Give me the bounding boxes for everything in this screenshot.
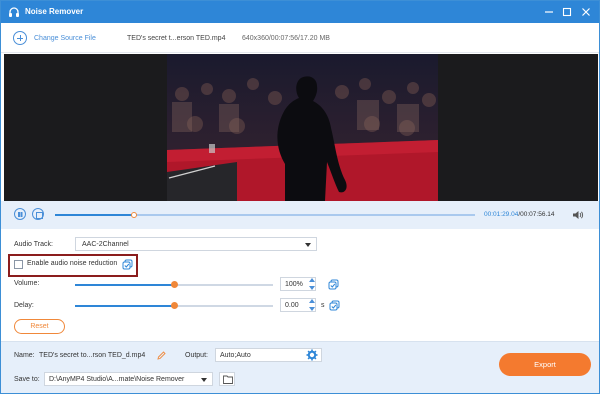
window-title: Noise Remover [25, 7, 84, 16]
minimize-button[interactable] [541, 4, 557, 20]
delay-value: 0.00 [285, 302, 299, 309]
video-frame-image [167, 54, 438, 201]
title-bar: Noise Remover [1, 1, 599, 23]
reset-button[interactable]: Reset [14, 319, 65, 334]
gear-icon[interactable] [306, 349, 318, 361]
playback-progress-fill [55, 214, 134, 216]
plus-circle-icon [13, 31, 27, 45]
maximize-icon [562, 7, 572, 17]
stepper-up-icon[interactable] [309, 299, 315, 303]
output-bar: Name: TED's secret to...rson TED_d.mp4 O… [1, 341, 599, 393]
volume-slider-handle[interactable] [171, 281, 178, 288]
delay-unit: s [321, 302, 325, 309]
speaker-icon[interactable] [572, 209, 584, 221]
output-label: Output: [185, 352, 208, 359]
current-time: 00:01:29.04 [484, 211, 519, 218]
video-preview-area [4, 54, 598, 201]
volume-label: Volume: [14, 280, 40, 287]
noise-remover-window: Noise Remover Change Source File TED's s… [0, 0, 600, 394]
close-icon [582, 8, 590, 16]
audio-settings-panel: Audio Track: AAC-2Channel Enable audio n… [1, 229, 599, 341]
open-folder-button[interactable] [219, 372, 235, 386]
delay-label: Delay: [14, 302, 34, 309]
chevron-down-icon [305, 243, 311, 247]
save-to-label: Save to: [14, 376, 40, 383]
noise-reduction-checkbox[interactable] [14, 260, 23, 269]
headphones-icon [9, 7, 19, 17]
playback-progress-track[interactable] [55, 212, 475, 218]
playback-progress-handle[interactable] [130, 212, 137, 218]
change-source-file-label: Change Source File [34, 34, 96, 42]
toolbar: Change Source File TED's secret t...erso… [1, 23, 599, 53]
close-button[interactable] [578, 4, 594, 20]
audio-track-select[interactable]: AAC-2Channel [75, 237, 317, 251]
change-source-file-button[interactable]: Change Source File [13, 29, 96, 47]
video-frame [167, 54, 438, 201]
playback-time: 00:01:29.04/00:07:56.14 [484, 211, 555, 218]
apply-to-all-icon[interactable] [122, 259, 133, 270]
total-time: /00:07:56.14 [518, 211, 555, 218]
stop-button[interactable] [32, 208, 44, 220]
stepper-down-icon[interactable] [309, 307, 315, 311]
noise-reduction-label: Enable audio noise reduction [27, 260, 118, 267]
delay-stepper[interactable] [307, 297, 317, 313]
export-button[interactable]: Export [499, 353, 591, 376]
volume-stepper[interactable] [307, 276, 317, 292]
delay-slider[interactable] [75, 302, 273, 309]
stepper-up-icon[interactable] [309, 278, 315, 282]
volume-slider[interactable] [75, 281, 273, 288]
audio-track-value: AAC-2Channel [82, 241, 129, 248]
apply-to-all-icon[interactable] [328, 279, 339, 290]
pause-button[interactable] [14, 208, 26, 220]
delay-slider-fill [75, 305, 174, 307]
folder-icon [223, 375, 233, 384]
name-label: Name: [14, 352, 35, 359]
save-path-value: D:\AnyMP4 Studio\A...mate\Noise Remover [49, 376, 185, 383]
delay-slider-handle[interactable] [171, 302, 178, 309]
player-controls: 00:01:29.04/00:07:56.14 [1, 201, 599, 229]
save-path-select[interactable]: D:\AnyMP4 Studio\A...mate\Noise Remover [44, 372, 213, 386]
volume-slider-fill [75, 284, 174, 286]
source-file-meta: 640x360/00:07:56/17.20 MB [242, 35, 330, 42]
edit-pencil-icon[interactable] [157, 351, 166, 360]
audio-track-label: Audio Track: [14, 241, 53, 248]
maximize-button[interactable] [559, 4, 575, 20]
stepper-down-icon[interactable] [309, 286, 315, 290]
source-file-name: TED's secret t...erson TED.mp4 [127, 35, 226, 42]
volume-value: 100% [285, 281, 303, 288]
apply-to-all-icon[interactable] [329, 300, 340, 311]
output-file-name: TED's secret to...rson TED_d.mp4 [39, 352, 146, 359]
chevron-down-icon [201, 378, 207, 382]
minimize-icon [545, 11, 553, 13]
output-format-value: Auto;Auto [220, 352, 251, 359]
